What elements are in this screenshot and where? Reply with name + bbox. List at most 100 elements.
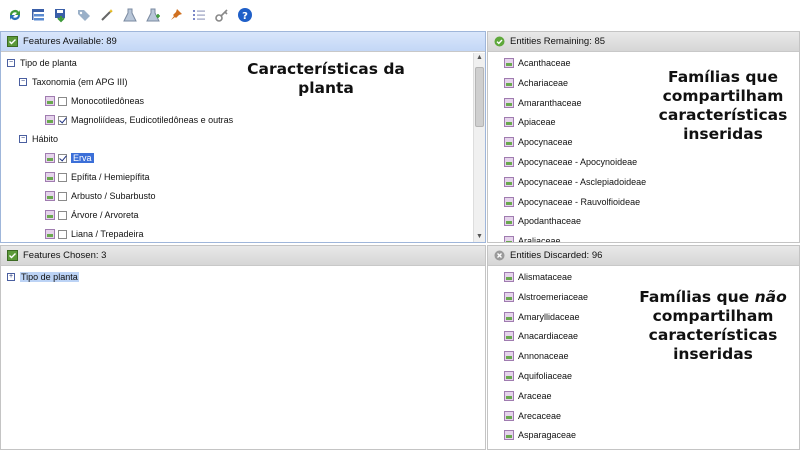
entity-list-item[interactable]: Apocynaceae - Apocynoideae — [504, 154, 637, 170]
list-button[interactable] — [190, 6, 208, 24]
picture-icon — [504, 311, 514, 322]
entity-list-item[interactable]: Alstroemeriaceae — [504, 289, 588, 305]
picture-icon — [504, 390, 514, 401]
entity-list-item[interactable]: Araceae — [504, 388, 552, 404]
entity-label: Annonaceae — [518, 351, 569, 362]
magic-wand-button[interactable] — [98, 6, 116, 24]
tree-leaf-magnoliideas[interactable]: Magnoliídeas, Eudicotiledôneas e outras — [45, 112, 233, 128]
picture-icon — [504, 157, 514, 167]
annotation-line: características — [658, 106, 788, 124]
entity-list-item[interactable]: Apocynaceae - Asclepiadoideae — [504, 174, 646, 190]
tree-node-label: Hábito — [32, 134, 59, 144]
flask-add-button[interactable] — [144, 6, 162, 24]
entity-label: Acanthaceae — [518, 58, 571, 68]
entity-list-item[interactable]: Apocynaceae — [504, 134, 573, 150]
pin-button[interactable] — [167, 6, 185, 24]
tree-leaf-arvore[interactable]: Árvore / Arvoreta — [45, 207, 139, 223]
toolbar: ? — [0, 0, 800, 30]
picture-icon — [504, 97, 514, 108]
entity-list-item[interactable]: Annonaceae — [504, 348, 569, 364]
feature-checkbox[interactable] — [58, 96, 67, 106]
check-circle-icon — [494, 36, 505, 47]
entity-list-item[interactable]: Araliaceae — [504, 233, 561, 242]
tree-leaf-arbusto[interactable]: Arbusto / Subarbusto — [45, 188, 156, 204]
tree-leaf-erva[interactable]: Erva — [45, 150, 94, 166]
entity-label: Apocynaceae - Rauvolfioideae — [518, 196, 641, 207]
feature-checkbox[interactable] — [58, 172, 67, 182]
entity-list-item[interactable]: Apiaceae — [504, 114, 556, 130]
tree-leaf-epifita[interactable]: Epífita / Hemiepífita — [45, 169, 150, 185]
entity-list-item[interactable]: Aquifoliaceae — [504, 368, 572, 384]
entity-label: Apodanthaceae — [518, 216, 582, 227]
key-button[interactable] — [213, 6, 231, 24]
picture-icon — [504, 196, 514, 207]
scroll-up-icon[interactable]: ▲ — [474, 53, 485, 63]
checkbox-list-icon — [7, 250, 18, 261]
picture-icon — [504, 137, 514, 148]
tree-leaf-label: Monocotiledôneas — [71, 96, 145, 106]
entities-discarded-title: Entities Discarded: 96 — [510, 250, 603, 261]
expand-icon[interactable]: + — [7, 273, 15, 281]
annotation-line: compartilham — [662, 87, 784, 105]
entity-label: Araliaceae — [518, 236, 561, 242]
collapse-icon[interactable]: − — [19, 135, 27, 143]
entities-discarded-panel: Entities Discarded: 96 Alismataceae Alstr… — [487, 245, 800, 450]
tag-button[interactable] — [75, 6, 93, 24]
tree-leaf-monocotiledoneas[interactable]: Monocotiledôneas — [45, 93, 144, 109]
entity-list-item[interactable]: Asparagaceae — [504, 427, 576, 443]
flask-button[interactable] — [121, 6, 139, 24]
features-available-header: Features Available: 89 — [1, 32, 485, 52]
entity-list-item[interactable]: Apocynaceae - Rauvolfioideae — [504, 194, 640, 210]
feature-checkbox[interactable] — [58, 229, 67, 239]
entity-list-item[interactable]: Amaryllidaceae — [504, 309, 580, 325]
tree-leaf-label: Magnoliídeas, Eudicotiledôneas e outras — [71, 115, 234, 125]
help-button[interactable]: ? — [236, 6, 254, 24]
scroll-down-icon[interactable]: ▼ — [474, 232, 485, 242]
collapse-icon[interactable]: − — [19, 78, 27, 86]
features-chosen-panel: Features Chosen: 3 + Tipo de planta — [0, 245, 486, 450]
scroll-thumb[interactable] — [475, 67, 484, 127]
tree-button[interactable] — [29, 6, 47, 24]
feature-checkbox[interactable] — [58, 153, 67, 163]
entity-list-item[interactable]: Alismataceae — [504, 269, 572, 285]
collapse-icon[interactable]: − — [7, 59, 15, 67]
chosen-node-tipo-de-planta[interactable]: + Tipo de planta — [7, 269, 79, 285]
entity-list-item[interactable]: Amaranthaceae — [504, 95, 582, 111]
entity-list-item[interactable]: Achariaceae — [504, 75, 568, 91]
entity-list-item[interactable]: Arecaceae — [504, 408, 561, 424]
feature-checkbox[interactable] — [58, 115, 67, 125]
features-scrollbar[interactable]: ▲ ▼ — [473, 53, 485, 242]
feature-checkbox[interactable] — [58, 210, 67, 220]
picture-icon — [504, 351, 514, 362]
picture-icon — [504, 58, 514, 68]
tree-leaf-liana[interactable]: Liana / Trepadeira — [45, 226, 144, 242]
tree-node-taxonomia[interactable]: − Taxonomia (em APG III) — [19, 74, 128, 90]
entity-label: Aquifoliaceae — [518, 371, 573, 381]
list-icon — [193, 10, 205, 20]
picture-icon — [45, 153, 55, 163]
annotation-line: planta — [298, 79, 354, 97]
entity-list-item[interactable]: Anacardiaceae — [504, 328, 578, 344]
tree-leaf-label: Liana / Trepadeira — [71, 229, 144, 239]
annotation-line: inseridas — [673, 345, 753, 363]
tree-node-habito[interactable]: − Hábito — [19, 131, 58, 147]
refresh-button[interactable] — [6, 6, 24, 24]
tree-icon — [32, 9, 44, 21]
tree-leaf-label: Epífita / Hemiepífita — [71, 172, 150, 182]
entity-list-item[interactable]: Apodanthaceae — [504, 213, 581, 229]
entity-list-item[interactable]: Acanthaceae — [504, 55, 571, 71]
save-button[interactable] — [52, 6, 70, 24]
features-available-title: Features Available: 89 — [23, 36, 117, 47]
entity-label: Araceae — [518, 390, 552, 401]
svg-text:?: ? — [242, 11, 248, 22]
magic-wand-icon — [101, 9, 113, 21]
annotation-line: inseridas — [683, 125, 763, 143]
annotation-emphasis: não — [754, 288, 787, 306]
flask-add-icon — [146, 8, 160, 22]
entity-label: Amaryllidaceae — [518, 311, 580, 322]
annotation-line: Famílias que — [668, 68, 778, 86]
entity-label: Amaranthaceae — [518, 97, 582, 108]
tree-node-tipo-de-planta[interactable]: − Tipo de planta — [7, 55, 77, 71]
save-icon — [55, 9, 65, 23]
feature-checkbox[interactable] — [58, 191, 67, 201]
